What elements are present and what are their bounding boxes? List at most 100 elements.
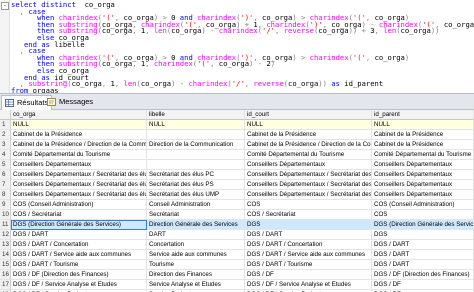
row-number[interactable]: 15 <box>0 260 11 270</box>
cell-id-court[interactable]: COS <box>245 200 372 210</box>
cell-co-orga[interactable]: Conseillers Départementaux <box>11 160 147 170</box>
cell-id-parent[interactable]: Cabinet de la Présidence <box>372 140 474 150</box>
cell-libelle[interactable]: Concertation <box>147 240 245 250</box>
cell-id-court[interactable]: Conseillers Départementaux <box>245 160 372 170</box>
row-number[interactable]: 16 <box>0 270 11 280</box>
cell-co-orga[interactable]: Conseillers Départementaux / Secrétariat… <box>11 170 147 180</box>
cell-libelle[interactable] <box>147 150 245 160</box>
row-number[interactable]: 4 <box>0 150 11 160</box>
cell-id-parent[interactable]: DGS / DART <box>372 260 474 270</box>
table-row[interactable]: 14 DGS / DART / Service aide aux communes… <box>0 250 474 260</box>
cell-id-court[interactable]: DGS / DART / Concertation <box>245 240 372 250</box>
row-number[interactable]: 12 <box>0 230 11 240</box>
row-number[interactable]: 1 <box>0 120 11 130</box>
cell-id-parent[interactable]: DGS / DF <box>372 280 474 290</box>
cell-id-parent[interactable]: DGS (Direction Générale des Services) <box>372 220 474 230</box>
cell-id-parent[interactable]: DGS <box>372 230 474 240</box>
table-row[interactable]: 6 Conseillers Départementaux / Secrétaria… <box>0 170 474 180</box>
table-row[interactable]: 5 Conseillers Départementaux Conseillers D… <box>0 160 474 170</box>
cell-libelle[interactable]: DART <box>147 230 245 240</box>
cell-co-orga[interactable]: DGS (Direction Générale des Services) <box>11 220 147 230</box>
results-grid[interactable]: co_orga libelle id_court id_parent 1 NULL… <box>0 110 474 292</box>
row-number[interactable]: 17 <box>0 280 11 290</box>
cell-id-court[interactable]: NULL <box>245 120 372 130</box>
cell-id-parent[interactable]: Conseillers Départementaux <box>372 180 474 190</box>
cell-id-court[interactable]: DGS <box>245 220 372 230</box>
cell-id-parent[interactable]: COS (Conseil Administration) <box>372 200 474 210</box>
table-row[interactable]: 4 Comité Départemental du Tourisme Comité … <box>0 150 474 160</box>
cell-libelle[interactable]: Direction de la Communication <box>147 140 245 150</box>
cell-libelle[interactable]: NULL <box>147 120 245 130</box>
cell-co-orga[interactable]: Comité Départemental du Tourisme <box>11 150 147 160</box>
code-line[interactable]: , substring(co_orga, 1, len(co_orga) - c… <box>11 80 384 88</box>
cell-libelle[interactable]: Service aide aux communes <box>147 250 245 260</box>
cell-id-parent[interactable]: Conseillers Départementaux <box>372 190 474 200</box>
row-number[interactable]: 8 <box>0 190 11 200</box>
row-number[interactable]: 10 <box>0 210 11 220</box>
row-number[interactable]: 13 <box>0 240 11 250</box>
row-number[interactable]: 2 <box>0 130 11 140</box>
cell-libelle[interactable]: Secrétariat <box>147 210 245 220</box>
cell-libelle[interactable]: Secrétariat des élus PS <box>147 180 245 190</box>
table-row[interactable]: 15 DGS / DART / Tourisme Tourisme DGS / DAR… <box>0 260 474 270</box>
column-header-id-parent[interactable]: id_parent <box>372 110 474 120</box>
cell-co-orga[interactable]: DGS / DF (Direction des Finances) <box>11 270 147 280</box>
cell-co-orga[interactable]: NULL <box>11 120 147 130</box>
cell-id-parent[interactable]: Cabinet de la Présidence <box>372 130 474 140</box>
cell-co-orga[interactable]: COS / Secrétariat <box>11 210 147 220</box>
cell-libelle[interactable]: Tourisme <box>147 260 245 270</box>
row-number[interactable]: 9 <box>0 200 11 210</box>
cell-libelle[interactable]: Service Analyse et Etudes <box>147 280 245 290</box>
table-row[interactable]: 2 Cabinet de la Présidence Cabinet de la P… <box>0 130 474 140</box>
cell-libelle[interactable]: Direction des Finances <box>147 270 245 280</box>
table-row[interactable]: 16 DGS / DF (Direction des Finances) Direc… <box>0 270 474 280</box>
cell-co-orga[interactable]: DGS / DART / Concertation <box>11 240 147 250</box>
tab-messages[interactable]: Messages <box>44 95 96 109</box>
cell-id-parent[interactable]: Comité Départemental du Tourisme <box>372 150 474 160</box>
cell-co-orga[interactable]: Conseillers Départementaux / Secrétariat… <box>11 190 147 200</box>
fold-toggle-icon[interactable]: - <box>1 2 9 10</box>
cell-id-court[interactable]: Conseillers Départementaux / Secrétariat… <box>245 170 372 180</box>
table-row[interactable]: 12 DGS / DART DART DGS / DART DGS <box>0 230 474 240</box>
cell-id-court[interactable]: DGS / DF / Service Analyse et Etudes <box>245 280 372 290</box>
cell-id-parent[interactable]: COS <box>372 210 474 220</box>
table-row[interactable]: 7 Conseillers Départementaux / Secrétaria… <box>0 180 474 190</box>
cell-co-orga[interactable]: Conseillers Départementaux / Secrétariat… <box>11 180 147 190</box>
column-header-co-orga[interactable]: co_orga <box>11 110 147 120</box>
cell-libelle[interactable]: Secrétariat des élus UMP <box>147 190 245 200</box>
row-number[interactable]: 3 <box>0 140 11 150</box>
cell-id-court[interactable]: DGS / DART <box>245 230 372 240</box>
cell-id-court[interactable]: Cabinet de la Présidence / Direction de … <box>245 140 372 150</box>
row-number[interactable]: 14 <box>0 250 11 260</box>
cell-id-parent[interactable]: DGS / DART <box>372 240 474 250</box>
cell-co-orga[interactable]: DGS / DART / Service aide aux communes <box>11 250 147 260</box>
sql-editor[interactable]: - select distinct co_orga , case when ch… <box>0 0 474 93</box>
cell-libelle[interactable] <box>147 160 245 170</box>
row-number[interactable]: 5 <box>0 160 11 170</box>
row-number[interactable]: 6 <box>0 170 11 180</box>
cell-co-orga[interactable]: DGS / DF / Service Analyse et Etudes <box>11 280 147 290</box>
cell-id-court[interactable]: DGS / DART / Service aide aux communes <box>245 250 372 260</box>
cell-libelle[interactable]: Conseil Administration <box>147 200 245 210</box>
cell-libelle[interactable]: Direction Générale des Services <box>147 220 245 230</box>
table-row[interactable]: 8 Conseillers Départementaux / Secrétaria… <box>0 190 474 200</box>
table-row[interactable]: 9 COS (Conseil Administration) Conseil Adm… <box>0 200 474 210</box>
grid-corner[interactable] <box>0 110 11 120</box>
cell-libelle[interactable]: Secrétariat des élus PC <box>147 170 245 180</box>
table-row[interactable]: 10 COS / Secrétariat Secrétariat COS / Secr… <box>0 210 474 220</box>
table-row[interactable]: 17 DGS / DF / Service Analyse et Etudes Se… <box>0 280 474 290</box>
cell-id-parent[interactable]: Conseillers Départementaux <box>372 170 474 180</box>
table-row[interactable]: 1 NULL NULL NULL NULL <box>0 120 474 130</box>
cell-id-parent[interactable]: Conseillers Départementaux <box>372 160 474 170</box>
column-header-libelle[interactable]: libelle <box>147 110 245 120</box>
cell-co-orga[interactable]: DGS / DART / Tourisme <box>11 260 147 270</box>
cell-co-orga[interactable]: Cabinet de la Présidence <box>11 130 147 140</box>
cell-id-parent[interactable]: DGS / DF (Direction des Finances) <box>372 270 474 280</box>
cell-id-court[interactable]: Cabinet de la Présidence <box>245 130 372 140</box>
cell-id-parent[interactable]: DGS / DART <box>372 250 474 260</box>
row-number[interactable]: 11 <box>0 220 11 230</box>
table-row[interactable]: 13 DGS / DART / Concertation Concertation D… <box>0 240 474 250</box>
cell-co-orga[interactable]: COS (Conseil Administration) <box>11 200 147 210</box>
column-header-id-court[interactable]: id_court <box>245 110 372 120</box>
cell-id-court[interactable]: DGS / DF <box>245 270 372 280</box>
